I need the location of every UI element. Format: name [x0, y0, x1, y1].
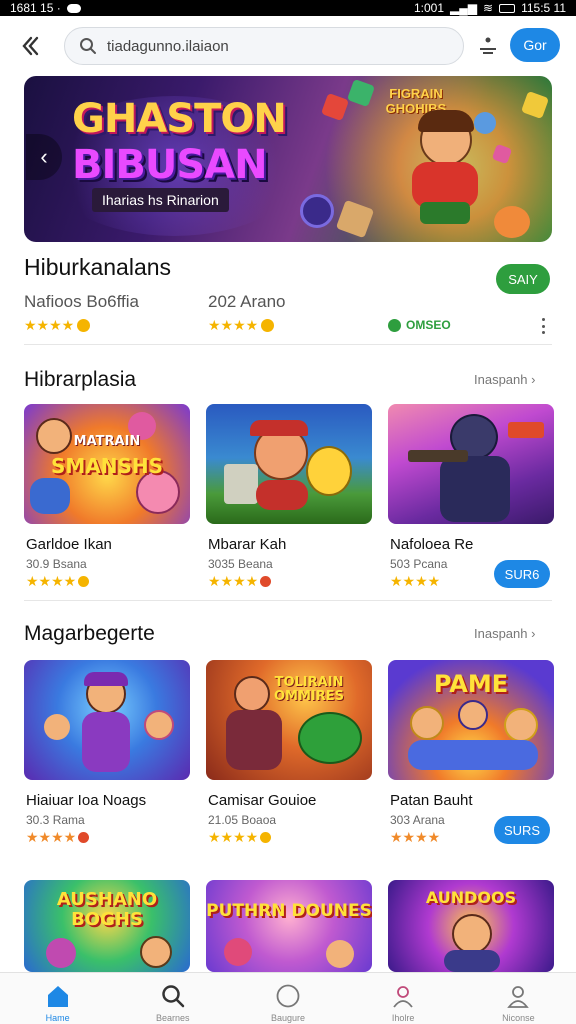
nav-library[interactable]: Iholre	[358, 983, 448, 1023]
banner-title-line1: GHASTON	[72, 96, 287, 142]
app-meta: 30.9 Bsana	[26, 557, 87, 571]
person-icon	[507, 986, 530, 1008]
rating-stars: ★★★★	[390, 829, 441, 845]
nav-search[interactable]: Bearnes	[128, 983, 218, 1023]
nav-label: Niconse	[502, 1013, 535, 1023]
app-thumbnail	[206, 404, 372, 524]
fox-character	[494, 206, 530, 238]
status-badge: OMSEO	[388, 318, 451, 332]
app-thumbnail: PUTHRN DOUNES	[206, 880, 372, 972]
featured-action-button[interactable]: SAIY	[496, 264, 550, 294]
app-meta: 503 Pcana	[390, 557, 448, 571]
app-thumbnail: AUNDOOS	[388, 880, 554, 972]
app-card[interactable]: MATRAIN SMANSHS Garldoe Ikan 30.9 Bsana …	[24, 404, 190, 600]
rating-stars: ★★★★	[26, 830, 90, 844]
divider	[24, 600, 552, 601]
nav-label: Hame	[45, 1013, 70, 1023]
divider	[24, 344, 552, 345]
install-button[interactable]: SUR6	[494, 560, 550, 588]
status-bar: 1681 15 · 1:001 ▂▄▆ ≋ 115:5 11	[0, 0, 576, 16]
status-indicators: 1:001	[414, 1, 445, 15]
rating-stars: ★★★★	[24, 318, 91, 332]
rating-stars: ★★★★	[208, 830, 272, 844]
app-card[interactable]: AUNDOOS	[388, 880, 554, 972]
app-card[interactable]: PUTHRN DOUNES	[206, 880, 372, 972]
section-title: Hibrarplasia	[24, 368, 137, 391]
status-battery-text: 115:5 11	[521, 1, 566, 15]
back-arrow-icon	[22, 36, 39, 56]
wifi-icon: ≋	[483, 1, 494, 15]
app-meta: 30.3 Rama	[26, 813, 85, 827]
back-button[interactable]	[18, 32, 48, 60]
search-input[interactable]	[107, 37, 437, 55]
app-name: Mbarar Kah	[208, 536, 287, 553]
app-thumbnail: MATRAIN SMANSHS	[24, 404, 190, 524]
app-meta: 21.05 Boaoa	[208, 813, 277, 827]
nav-profile[interactable]: Niconse	[473, 983, 563, 1023]
app-meta: 303 Arana	[390, 813, 445, 827]
featured-app-title: Hiburkanalans	[24, 254, 172, 280]
app-thumbnail	[388, 404, 554, 524]
banner-title-line2: BIBUSAN	[72, 142, 268, 188]
pin-icon	[393, 986, 413, 1008]
app-card[interactable]: AUSHANO BOGHS	[24, 880, 190, 972]
app-card[interactable]: PAME Patan Bauht 303 Arana ★★★★ SURS	[388, 660, 554, 856]
install-button[interactable]: SURS	[494, 816, 550, 844]
featured-meta-left: Nafioos Bo6ffia	[24, 292, 139, 311]
hero-character	[402, 110, 488, 224]
nav-label: Bearnes	[156, 1013, 190, 1023]
app-name: Camisar Gouioe	[208, 792, 317, 809]
nav-label: Baugure	[270, 1013, 305, 1023]
app-card[interactable]: TOLIRAIN OMMIRES Camisar Gouioe 21.05 Bo…	[206, 660, 372, 856]
nav-label: Iholre	[391, 1013, 415, 1023]
app-card[interactable]: Hiaiuar Ioa Noags 30.3 Rama ★★★★	[24, 660, 190, 856]
signal-icon: ▂▄▆	[450, 1, 477, 15]
app-thumbnail: PAME	[388, 660, 554, 780]
app-card[interactable]: Mbarar Kah 3035 Beana ★★★★	[206, 404, 372, 600]
voice-search-icon[interactable]	[476, 34, 500, 58]
notification-icon	[66, 3, 81, 13]
app-name: Hiaiuar Ioa Noags	[26, 792, 147, 809]
rating-stars: ★★★★	[390, 573, 441, 589]
nav-home[interactable]: Hame	[13, 983, 103, 1023]
ball-decoration	[300, 194, 334, 228]
app-thumbnail: TOLIRAIN OMMIRES	[206, 660, 372, 780]
see-more-link[interactable]: Inaspanh ›	[474, 372, 535, 387]
rating-stars: ★★★★	[26, 574, 90, 588]
nav-browse[interactable]: Baugure	[243, 983, 333, 1023]
battery-icon	[499, 3, 516, 13]
app-card[interactable]: Nafoloea Re 503 Pcana ★★★★ SUR6	[388, 404, 554, 600]
see-more-link[interactable]: Inaspanh ›	[474, 626, 535, 641]
status-time: 1681 15 ·	[10, 1, 61, 15]
bottom-navigation: Hame Bearnes Baugure Iholre Niconse	[0, 972, 576, 1024]
banner-subtitle: Iharias hs Rinarion	[92, 188, 229, 212]
section-title: Magarbegerte	[24, 622, 155, 645]
app-meta: 3035 Beana	[208, 557, 273, 571]
rating-stars: ★★★★	[208, 318, 275, 332]
featured-banner[interactable]: GHASTON BIBUSAN Iharias hs Rinarion FIGR…	[24, 76, 552, 242]
app-name: Garldoe Ikan	[26, 536, 112, 553]
app-thumbnail	[24, 660, 190, 780]
search-icon	[162, 985, 185, 1008]
go-button[interactable]: Gor	[510, 28, 560, 62]
search-box[interactable]	[64, 27, 464, 65]
app-name: Nafoloea Re	[390, 536, 474, 553]
circle-icon	[276, 984, 300, 1008]
top-bar: Gor	[0, 22, 576, 70]
featured-meta-mid: 202 Arano	[208, 292, 286, 311]
more-options-icon[interactable]	[540, 318, 546, 334]
app-name: Patan Bauht	[390, 792, 473, 809]
app-thumbnail: AUSHANO BOGHS	[24, 880, 190, 972]
search-icon	[80, 38, 96, 54]
home-icon	[47, 986, 68, 1007]
rating-stars: ★★★★	[208, 574, 272, 588]
